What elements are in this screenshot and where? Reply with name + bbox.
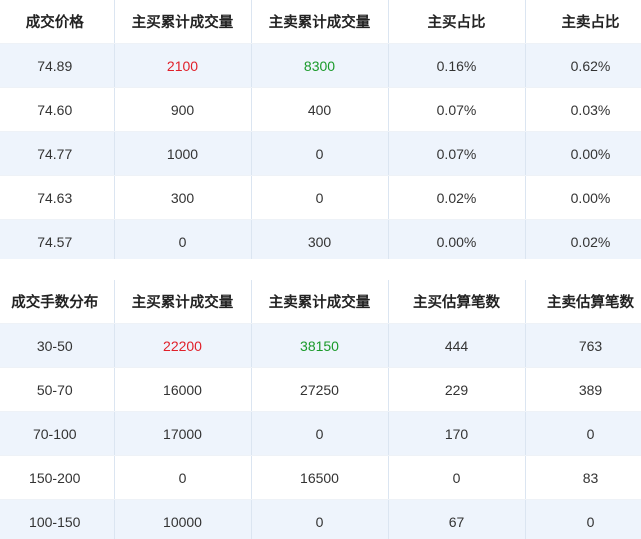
sell-count-cell: 763	[525, 323, 641, 368]
sell-count-cell: 83	[525, 455, 641, 500]
buy-ratio-cell: 0.07%	[388, 87, 526, 132]
buy-ratio-cell: 0.07%	[388, 131, 526, 176]
section-divider	[0, 259, 641, 280]
buy-ratio-cell: 0.02%	[388, 175, 526, 220]
table-row: 74.57 0 300 0.00% 0.02%	[0, 219, 641, 264]
buy-count-cell: 170	[388, 411, 526, 456]
buy-volume-cell: 17000	[114, 411, 252, 456]
buy-volume-cell: 16000	[114, 367, 252, 412]
trade-stats-panel: 成交价格 主买累计成交量 主卖累计成交量 主买占比 主卖占比 74.89 210…	[0, 0, 641, 539]
table-row: 100-150 10000 0 67 0	[0, 499, 641, 539]
sell-volume-cell: 16500	[251, 455, 389, 500]
header-buy-count: 主买估算笔数	[388, 280, 526, 324]
buy-count-cell: 229	[388, 367, 526, 412]
price-cell: 74.60	[0, 87, 115, 132]
price-cell: 74.57	[0, 219, 115, 264]
table-row: 150-200 0 16500 0 83	[0, 455, 641, 500]
sell-ratio-cell: 0.03%	[525, 87, 641, 132]
sell-count-cell: 389	[525, 367, 641, 412]
sell-volume-cell: 400	[251, 87, 389, 132]
buy-volume-cell: 0	[114, 455, 252, 500]
sell-volume-cell: 8300	[251, 43, 389, 88]
buy-volume-cell: 1000	[114, 131, 252, 176]
table-row: 74.60 900 400 0.07% 0.03%	[0, 87, 641, 132]
header-buy-volume: 主买累计成交量	[114, 280, 252, 324]
sell-ratio-cell: 0.00%	[525, 175, 641, 220]
sell-count-cell: 0	[525, 411, 641, 456]
header-sell-count: 主卖估算笔数	[525, 280, 641, 324]
buy-ratio-cell: 0.16%	[388, 43, 526, 88]
header-sell-volume: 主卖累计成交量	[251, 0, 389, 44]
header-lot-range: 成交手数分布	[0, 280, 115, 324]
price-table: 成交价格 主买累计成交量 主卖累计成交量 主买占比 主卖占比 74.89 210…	[0, 0, 641, 264]
sell-ratio-cell: 0.02%	[525, 219, 641, 264]
header-buy-ratio: 主买占比	[388, 0, 526, 44]
header-buy-volume: 主买累计成交量	[114, 0, 252, 44]
sell-ratio-cell: 0.00%	[525, 131, 641, 176]
buy-volume-cell: 22200	[114, 323, 252, 368]
distribution-table-header: 成交手数分布 主买累计成交量 主卖累计成交量 主买估算笔数 主卖估算笔数	[0, 280, 641, 324]
buy-count-cell: 0	[388, 455, 526, 500]
sell-volume-cell: 27250	[251, 367, 389, 412]
distribution-table: 成交手数分布 主买累计成交量 主卖累计成交量 主买估算笔数 主卖估算笔数 30-…	[0, 280, 641, 539]
sell-volume-cell: 0	[251, 499, 389, 539]
lot-range-cell: 30-50	[0, 323, 115, 368]
table-row: 74.89 2100 8300 0.16% 0.62%	[0, 43, 641, 88]
price-cell: 74.77	[0, 131, 115, 176]
header-sell-ratio: 主卖占比	[525, 0, 641, 44]
price-cell: 74.89	[0, 43, 115, 88]
sell-count-cell: 0	[525, 499, 641, 539]
lot-range-cell: 100-150	[0, 499, 115, 539]
lot-range-cell: 70-100	[0, 411, 115, 456]
buy-volume-cell: 0	[114, 219, 252, 264]
table-row: 70-100 17000 0 170 0	[0, 411, 641, 456]
table-row: 74.77 1000 0 0.07% 0.00%	[0, 131, 641, 176]
table-row: 50-70 16000 27250 229 389	[0, 367, 641, 412]
table-row: 30-50 22200 38150 444 763	[0, 323, 641, 368]
header-sell-volume: 主卖累计成交量	[251, 280, 389, 324]
price-table-header: 成交价格 主买累计成交量 主卖累计成交量 主买占比 主卖占比	[0, 0, 641, 44]
lot-range-cell: 50-70	[0, 367, 115, 412]
table-row: 74.63 300 0 0.02% 0.00%	[0, 175, 641, 220]
buy-volume-cell: 2100	[114, 43, 252, 88]
buy-ratio-cell: 0.00%	[388, 219, 526, 264]
price-cell: 74.63	[0, 175, 115, 220]
buy-count-cell: 67	[388, 499, 526, 539]
header-price: 成交价格	[0, 0, 115, 44]
buy-volume-cell: 900	[114, 87, 252, 132]
sell-volume-cell: 0	[251, 131, 389, 176]
buy-volume-cell: 10000	[114, 499, 252, 539]
buy-volume-cell: 300	[114, 175, 252, 220]
lot-range-cell: 150-200	[0, 455, 115, 500]
sell-volume-cell: 0	[251, 411, 389, 456]
sell-volume-cell: 0	[251, 175, 389, 220]
sell-ratio-cell: 0.62%	[525, 43, 641, 88]
buy-count-cell: 444	[388, 323, 526, 368]
sell-volume-cell: 300	[251, 219, 389, 264]
sell-volume-cell: 38150	[251, 323, 389, 368]
